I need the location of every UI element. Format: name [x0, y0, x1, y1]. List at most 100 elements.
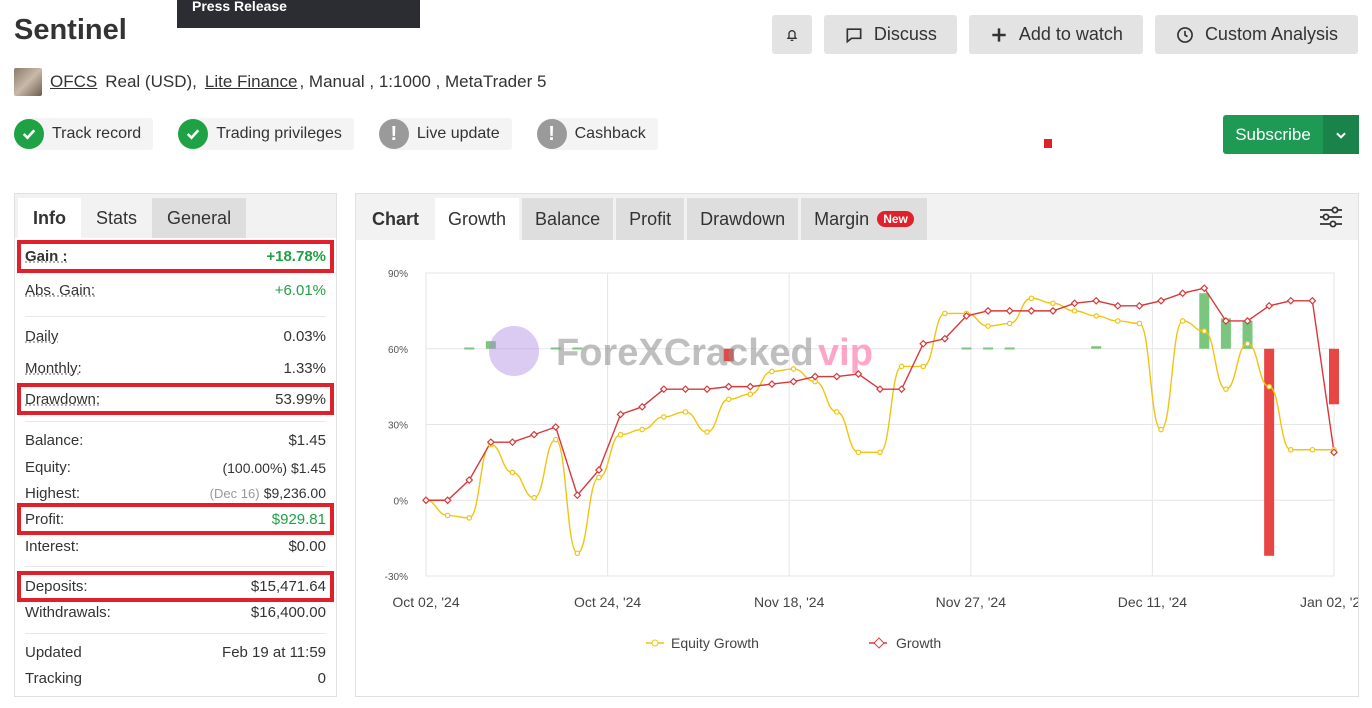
growth-point: [530, 430, 539, 439]
status-badges: Track record Trading privileges ! Live u…: [14, 118, 658, 150]
subscribe-label: Subscribe: [1235, 124, 1311, 144]
equity-point: [1050, 300, 1056, 307]
tab-stats[interactable]: Stats: [81, 198, 152, 238]
chart-tabs: Chart Growth Balance Profit Drawdown Mar…: [356, 194, 1358, 240]
clock-icon: [1177, 26, 1193, 43]
y-tick-label: 90%: [388, 269, 408, 280]
add-to-watch-label: Add to watch: [1018, 24, 1123, 44]
chart-panel: Chart Growth Balance Profit Drawdown Mar…: [355, 193, 1359, 697]
row-tracking: Tracking 0: [25, 670, 326, 687]
growth-point: [1308, 296, 1317, 305]
equity-point: [790, 366, 797, 372]
divider: [25, 633, 326, 634]
tab-drawdown[interactable]: Drawdown: [687, 198, 799, 240]
label: Monthly:: [25, 360, 82, 377]
row-daily: Daily 0.03%: [25, 328, 326, 345]
tab-info[interactable]: Info: [18, 198, 81, 238]
value: 0: [317, 670, 326, 687]
tab-balance[interactable]: Balance: [522, 198, 614, 240]
watermark-text: ForeXCracked: [556, 332, 814, 374]
label: Abs. Gain:: [25, 282, 96, 299]
chart-bar: [1004, 347, 1015, 350]
notifications-button[interactable]: [771, 15, 812, 54]
tab-margin[interactable]: Margin New: [801, 198, 927, 240]
badge-track-record[interactable]: Track record: [14, 118, 154, 150]
chevron-down-icon[interactable]: [1323, 115, 1359, 154]
x-tick-label: Dec 11, '24: [1118, 594, 1188, 610]
growth-point: [1070, 299, 1079, 308]
equity-point: [682, 409, 689, 415]
legend-growth-marker: [873, 637, 885, 649]
row-balance: Balance: $1.45: [25, 432, 326, 449]
legend-equity-label: Equity Growth: [671, 635, 759, 651]
account-details: , Manual , 1:1000 , MetaTrader 5: [299, 72, 547, 91]
growth-point: [919, 339, 928, 348]
equity-point: [1223, 386, 1229, 392]
user-link[interactable]: OFCS: [50, 72, 97, 92]
divider: [25, 566, 326, 567]
account-info: OFCS Real (USD), Lite Finance , Manual ,…: [14, 68, 546, 96]
tab-general[interactable]: General: [152, 198, 247, 238]
row-gain: Gain : +18.78%: [25, 248, 326, 265]
y-tick-label: -30%: [385, 572, 408, 583]
growth-point: [1286, 296, 1295, 305]
check-icon: [14, 119, 44, 149]
growth-point: [832, 372, 841, 381]
value: 0.03%: [283, 328, 326, 345]
value: 1.33%: [283, 360, 326, 377]
equity-point: [1179, 318, 1186, 324]
sliders-icon[interactable]: [1318, 204, 1344, 230]
badge-label: Trading privileges: [216, 125, 342, 142]
watermark-suffix: vip: [818, 332, 873, 374]
label: Highest:: [25, 485, 81, 502]
value: $0.00: [288, 538, 326, 555]
equity-point: [574, 550, 581, 557]
label: Equity:: [25, 459, 71, 476]
growth-point: [724, 382, 733, 391]
tab-growth[interactable]: Growth: [435, 198, 520, 240]
y-tick-label: 60%: [388, 345, 408, 356]
row-updated: Updated Feb 19 at 11:59: [25, 644, 326, 661]
row-drawdown: Drawdown: 53.99%: [25, 391, 326, 408]
badge-cashback[interactable]: ! Cashback: [536, 118, 658, 150]
label: Interest:: [25, 538, 80, 555]
badge-live-update[interactable]: ! Live update: [378, 118, 512, 150]
equity-point: [920, 363, 927, 370]
badge-label: Live update: [416, 125, 500, 142]
label: Drawdown:: [25, 391, 101, 408]
equity-point: [1028, 295, 1035, 302]
x-tick-label: Nov 18, '24: [754, 594, 825, 610]
tab-chart[interactable]: Chart: [359, 198, 432, 240]
custom-analysis-button[interactable]: Custom Analysis: [1154, 15, 1358, 54]
growth-point: [746, 382, 755, 391]
growth-point: [1157, 296, 1166, 305]
growth-point: [616, 410, 625, 419]
new-badge: New: [877, 211, 914, 227]
press-release-banner[interactable]: Press Release: [177, 0, 420, 28]
legend-equity-marker: [651, 639, 659, 647]
row-abs-gain: Abs. Gain: +6.01%: [25, 282, 326, 299]
equity-point: [1071, 308, 1078, 314]
subscribe-button[interactable]: Subscribe: [1223, 115, 1359, 154]
growth-point: [789, 377, 798, 386]
equity-point: [639, 426, 645, 433]
badge-label: Cashback: [574, 125, 646, 142]
avatar[interactable]: [14, 68, 42, 96]
margin-label: Margin: [814, 208, 870, 229]
broker-link[interactable]: Lite Finance: [205, 72, 298, 92]
plus-icon: [992, 27, 1006, 42]
equity-point: [1006, 320, 1013, 327]
discuss-button[interactable]: Discuss: [823, 15, 957, 54]
equity-point: [617, 431, 624, 438]
value: $9,236.00: [263, 485, 326, 501]
growth-point: [703, 385, 712, 394]
growth-chart: 90% 60% 30% 0% -30% Oct 02, '24 Oct 24, '24 Nov…: [385, 269, 1358, 651]
tab-profit[interactable]: Profit: [616, 198, 685, 240]
add-to-watch-button[interactable]: Add to watch: [968, 15, 1143, 54]
badge-trading-privileges[interactable]: Trading privileges: [178, 118, 354, 150]
page-title: Sentinel: [14, 14, 127, 46]
account-type: Real (USD),: [105, 72, 197, 91]
equity-point: [509, 469, 516, 476]
row-interest: Interest: $0.00: [25, 538, 326, 555]
equity-point: [531, 494, 537, 501]
